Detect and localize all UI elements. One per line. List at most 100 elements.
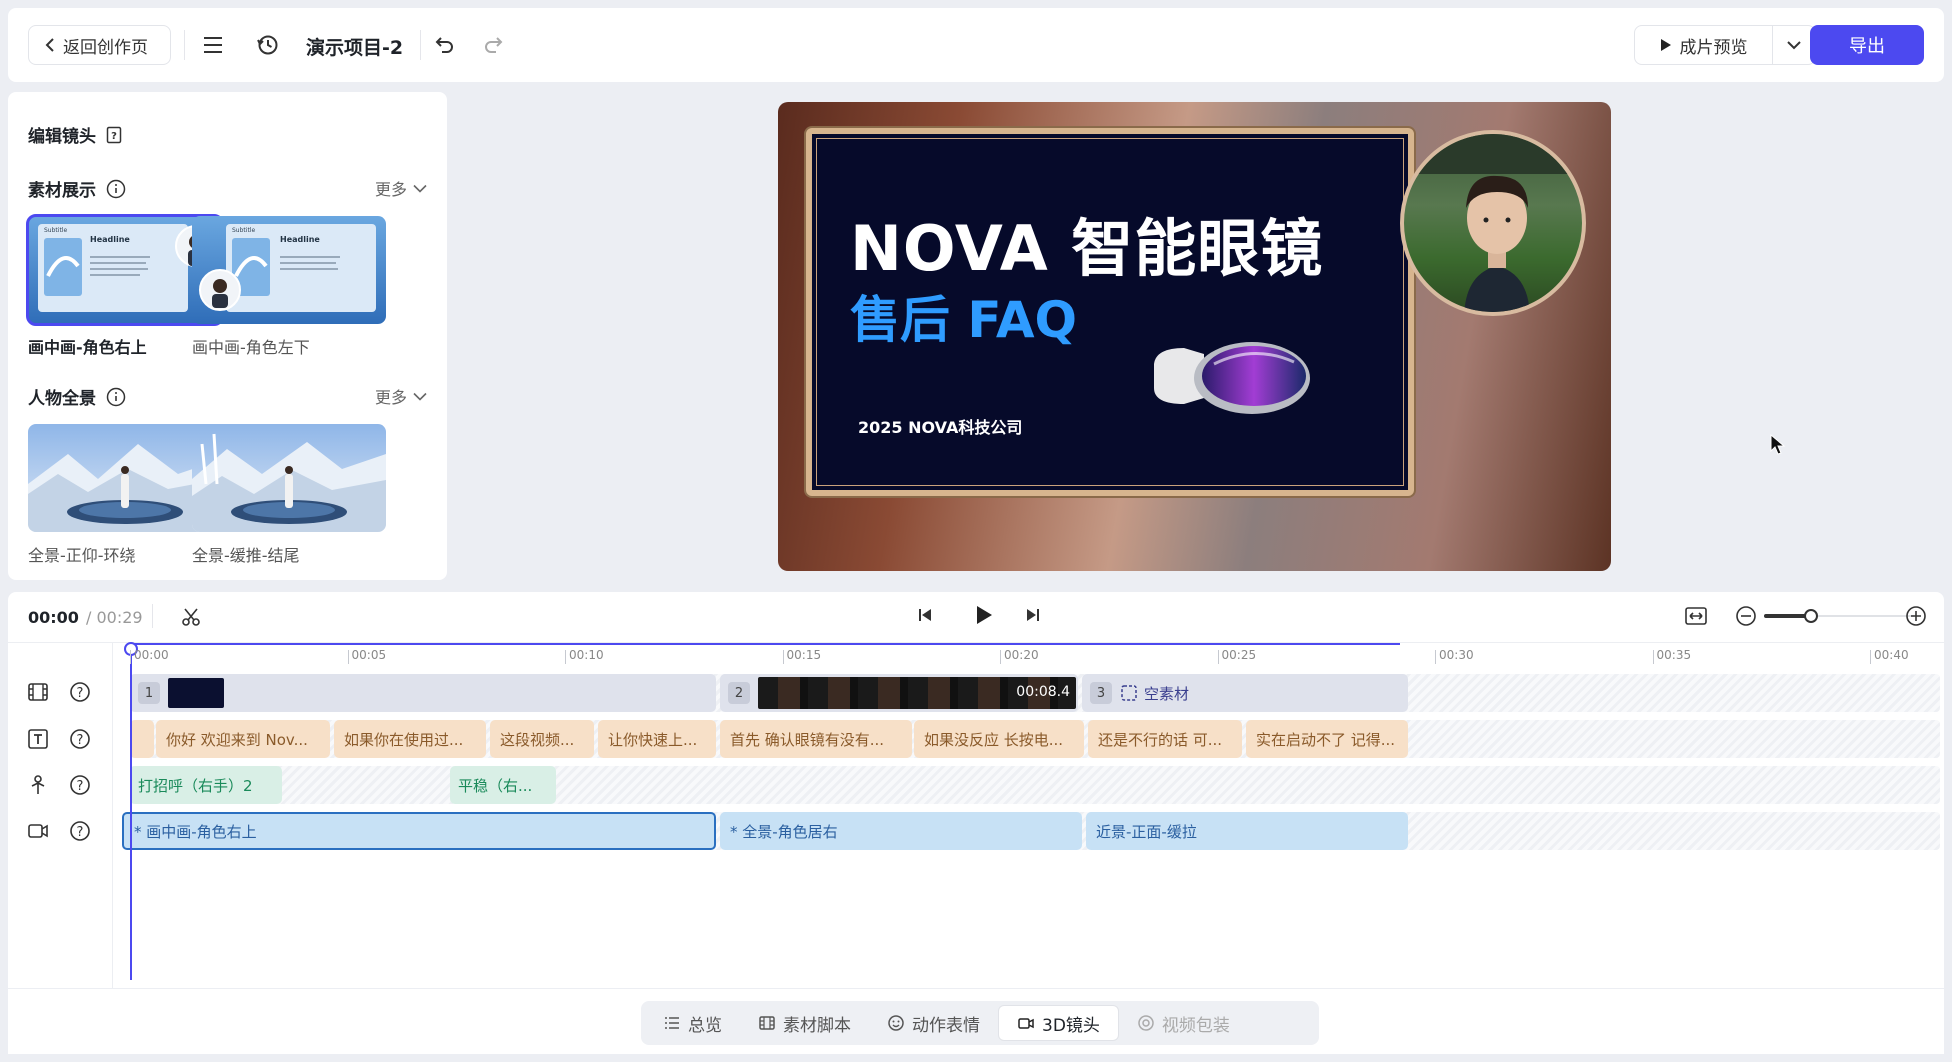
more-button[interactable]: 更多 [375, 384, 427, 408]
tab-action-expression[interactable]: 动作表情 [869, 1005, 998, 1041]
preview-dropdown[interactable] [1773, 26, 1815, 64]
svg-text:?: ? [77, 686, 84, 701]
help-icon[interactable]: ? [68, 727, 92, 751]
tab-video-packaging[interactable]: 视频包装 [1119, 1005, 1248, 1041]
zoom-in-icon[interactable] [1904, 604, 1928, 628]
zoom-slider[interactable] [1764, 609, 1914, 623]
ruler-tick [1435, 650, 1436, 664]
text-clip[interactable]: 还是不行的话 可... [1088, 720, 1242, 758]
thumbnail-image [192, 424, 386, 532]
divider [420, 30, 421, 60]
text-clip[interactable]: 如果你在使用过... [334, 720, 486, 758]
video-clip-empty[interactable]: 3 空素材 [1082, 674, 1408, 712]
undo-icon[interactable] [432, 33, 456, 57]
text-clip[interactable]: 如果没反应 长按电... [914, 720, 1084, 758]
tab-3d-camera[interactable]: 3D镜头 [998, 1005, 1119, 1041]
skip-forward-icon[interactable] [1024, 606, 1042, 624]
preview-button[interactable]: 成片预览 [1635, 26, 1773, 64]
ruler-label: 00:00 [134, 648, 169, 662]
clip-duration: 00:08.4 [1016, 684, 1070, 700]
clip-thumbnail [168, 678, 224, 708]
text-clip[interactable]: 让你快速上... [598, 720, 716, 758]
thumbnail-label: 全景-缓推-结尾 [192, 546, 300, 565]
camera-clip[interactable]: 近景-正面-缓拉 [1086, 812, 1408, 850]
ruler-label: 00:40 [1874, 648, 1909, 662]
video-clip[interactable]: 1 [130, 674, 716, 712]
timeline-empty-area [8, 892, 1944, 988]
info-icon[interactable] [106, 179, 126, 199]
top-bar: 返回创作页 演示项目-2 成片预览 导出 [8, 8, 1944, 82]
fit-width-icon[interactable] [1684, 604, 1708, 628]
text-clip[interactable]: 这段视频... [490, 720, 594, 758]
timeline-panel: 00:00 / 00:29 ? ? ? ? 1 2 00:08.4 3 空素材 [8, 592, 1944, 988]
ruler-tick [347, 650, 349, 664]
svg-text:?: ? [77, 825, 84, 840]
video-preview[interactable]: NOVA 智能眼镜 售后 FAQ 2025 NOVA科技公司 [778, 102, 1611, 571]
presenter-image [1404, 134, 1582, 312]
section-title-material: 素材展示 [28, 176, 126, 201]
action-clip[interactable]: 平稳（右... [450, 766, 556, 804]
project-title: 演示项目-2 [306, 37, 404, 59]
tab-group: 总览 素材脚本 动作表情 3D镜头 视频包装 [641, 1001, 1319, 1045]
camera-clip-selected[interactable]: * 画中画-角色右上 [122, 812, 716, 850]
list-icon [665, 1017, 679, 1029]
total-time: / 00:29 [86, 608, 143, 627]
svg-text:?: ? [111, 131, 117, 142]
thumbnail-label: 全景-正仰-环绕 [28, 546, 136, 565]
redo-icon[interactable] [482, 33, 506, 57]
help-doc-icon[interactable]: ? [106, 126, 122, 144]
zoom-out-icon[interactable] [1734, 604, 1758, 628]
action-track-icon [31, 775, 45, 794]
preview-button-group: 成片预览 [1634, 25, 1816, 65]
help-icon[interactable]: ? [68, 680, 92, 704]
ruler-label: 00:05 [351, 648, 387, 662]
export-button[interactable]: 导出 [1810, 25, 1924, 65]
section-title-text: 人物全景 [28, 389, 96, 409]
text-clip[interactable]: 实在启动不了 记得... [1246, 720, 1408, 758]
tab-overview[interactable]: 总览 [645, 1005, 740, 1041]
help-icon[interactable]: ? [68, 819, 92, 843]
help-icon[interactable]: ? [68, 773, 92, 797]
skip-back-icon[interactable] [916, 606, 934, 624]
text-clip[interactable]: 首先 确认眼镜有没有... [720, 720, 912, 758]
text-clip[interactable]: 你好 欢迎来到 Nov... [156, 720, 330, 758]
current-time: 00:00 [28, 608, 79, 627]
section-title-fullshot: 人物全景 [28, 384, 126, 409]
more-button[interactable]: 更多 [375, 176, 427, 200]
panel-header: 编辑镜头 ? [28, 122, 122, 147]
ruler-tick [1652, 650, 1654, 664]
tab-label: 素材脚本 [783, 1015, 851, 1036]
slide-frame: NOVA 智能眼镜 售后 FAQ 2025 NOVA科技公司 [806, 128, 1414, 496]
zoom-slider-handle[interactable] [1804, 609, 1818, 623]
ruler-label: 00:30 [1439, 648, 1474, 662]
shot-thumbnail-pip-bottom-left[interactable]: Subtitle Headline [192, 216, 386, 324]
tab-label: 视频包装 [1161, 1015, 1230, 1036]
text-clip[interactable] [130, 720, 154, 758]
tab-material-script[interactable]: 素材脚本 [740, 1005, 869, 1041]
clip-number: 1 [138, 682, 160, 704]
ruler-label: 00:25 [1221, 648, 1257, 662]
ruler-tick [782, 650, 784, 664]
playhead[interactable] [124, 642, 138, 980]
ruler-label: 00:15 [786, 648, 822, 662]
info-icon[interactable] [106, 387, 126, 407]
video-clip[interactable]: 2 00:08.4 [720, 674, 1078, 712]
menu-icon[interactable] [201, 33, 225, 57]
play-icon[interactable] [974, 604, 994, 626]
ruler-tick [1870, 650, 1871, 664]
video-track-icon [28, 683, 48, 701]
action-clip[interactable]: 打招呼（右手）2 [130, 766, 282, 804]
panel-title: 编辑镜头 [28, 127, 96, 147]
camera-clip[interactable]: * 全景-角色居右 [720, 812, 1082, 850]
thumbnail-image: Subtitle Headline [192, 216, 386, 324]
slide-subtitle: 售后 FAQ [850, 291, 1078, 349]
svg-text:Headline: Headline [90, 235, 130, 244]
package-icon [1138, 1015, 1154, 1031]
shot-thumbnail-wide-pushin-end[interactable] [192, 424, 386, 532]
svg-text:Subtitle: Subtitle [44, 227, 67, 234]
history-icon[interactable] [256, 33, 280, 57]
ruler-tick [130, 650, 131, 664]
text-track-icon [28, 729, 48, 749]
back-button[interactable]: 返回创作页 [28, 25, 171, 65]
scissors-icon[interactable] [180, 606, 202, 628]
